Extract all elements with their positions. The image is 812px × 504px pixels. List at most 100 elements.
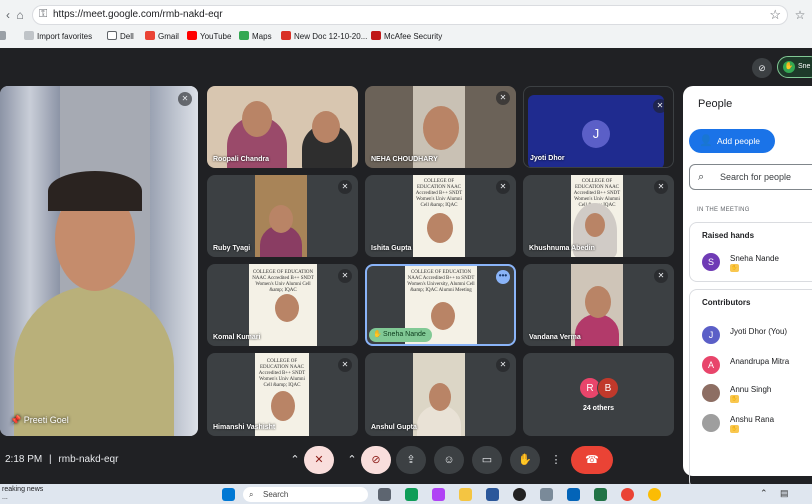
tile-name: Roopali Chandra (213, 156, 270, 163)
taskbar-search[interactable]: ⌕ Search (243, 487, 368, 502)
person-face (275, 294, 299, 322)
participant-row[interactable]: Annu Singh ✋ (702, 384, 812, 404)
bookmark-import[interactable]: Import favorites (24, 31, 92, 43)
bookmark-mcafee[interactable]: McAfee Security (371, 31, 442, 43)
windows-start-icon[interactable] (222, 488, 235, 501)
mic-off-icon: ✕ (338, 358, 352, 372)
camera-toggle-button[interactable]: ⊘ (361, 446, 391, 474)
file-explorer-icon[interactable] (459, 488, 472, 501)
bookmark-gmail[interactable]: Gmail (145, 31, 179, 43)
contributors-header: Contributors (702, 298, 751, 307)
tile-jyoti[interactable]: J ✕ Jyoti Dhor (523, 86, 674, 168)
copilot-icon[interactable] (432, 488, 445, 501)
speaker-body (14, 286, 174, 436)
mic-toggle-button[interactable]: ✕ (304, 446, 334, 474)
participant-row[interactable]: S Sneha Nande ✋ (702, 253, 812, 273)
raise-hand-button[interactable]: ✋ (510, 446, 540, 474)
person-body (575, 314, 619, 346)
speaker-hair (48, 171, 142, 211)
chrome-icon[interactable] (621, 488, 634, 501)
emoji-button[interactable]: ☺ (434, 446, 464, 474)
outlook-icon[interactable] (567, 488, 580, 501)
avatar: S (702, 253, 720, 271)
tile-name: Himanshi Vashisht (213, 424, 276, 431)
tile-komal[interactable]: COLLEGE OF EDUCATION NAAC Accredited B++… (207, 264, 358, 346)
import-icon (24, 31, 34, 40)
pin-icon: 📌 (10, 415, 24, 425)
participant-row[interactable]: J Jyoti Dhor (You) (702, 326, 812, 346)
tray-network-icon[interactable]: ▤ (780, 488, 789, 499)
bookmark-dell[interactable]: Dell (107, 31, 134, 43)
bookmark-maps[interactable]: Maps (239, 31, 272, 43)
raised-hands-card[interactable]: Raised hands S Sneha Nande ✋ (689, 222, 812, 282)
tile-sneha[interactable]: COLLEGE OF EDUCATION NAAC Accredited B++… (365, 264, 516, 346)
participant-row[interactable]: Anshu Rana ✋ (702, 414, 812, 434)
person-face (427, 213, 453, 243)
avatar: A (702, 356, 720, 374)
bookmark-youtube[interactable]: YouTube (187, 31, 231, 43)
more-options-icon[interactable]: ⋮ (546, 446, 566, 474)
person-face (269, 205, 293, 233)
tile-ruby[interactable]: ✕ Ruby Tyagi (207, 175, 358, 257)
raised-hand-notice[interactable]: ✋ Sne (777, 56, 812, 78)
tile-roopali[interactable]: Roopali Chandra (207, 86, 358, 168)
hand-icon: ✋ (373, 331, 382, 338)
home-icon[interactable]: ⌂ (12, 7, 28, 23)
participant-row[interactable]: A Anandrupa Mitra (702, 356, 812, 376)
add-people-button[interactable]: 👤 Add people (689, 129, 775, 153)
news-widget[interactable]: reaking news ... (2, 486, 43, 502)
chrome-profile-icon[interactable] (648, 488, 661, 501)
mic-off-icon: ✕ (178, 92, 192, 106)
tray-chevron-icon[interactable]: ⌃ (760, 488, 768, 499)
person-face (271, 391, 295, 421)
edge-icon[interactable] (405, 488, 418, 501)
others-count: 24 others (582, 405, 615, 412)
tile-khushnuma[interactable]: COLLEGE OF EDUCATION NAAC Accredited B++… (523, 175, 674, 257)
bookmark-newdoc[interactable]: New Doc 12-10-20... (281, 31, 367, 43)
mic-off-icon: ✕ (654, 180, 668, 194)
store-icon[interactable] (486, 488, 499, 501)
tile-name: Jyoti Dhor (530, 155, 565, 162)
end-call-button[interactable]: ☎ (571, 446, 613, 474)
person-face-2 (312, 111, 340, 143)
participant-name: Anshu Rana (730, 415, 775, 424)
present-button[interactable]: ⇪ (396, 446, 426, 474)
tile-vandana[interactable]: ✕ Vandana Verma (523, 264, 674, 346)
mic-off-icon: ✕ (496, 180, 510, 194)
meeting-time: 2:18 PM | rmb-nakd-eqr (5, 454, 119, 465)
favorites-icon[interactable]: ☆ (792, 7, 808, 23)
people-search-input[interactable]: ⌕ Search for people (689, 164, 812, 190)
tile-neha[interactable]: ✕ NEHA CHOUDHARY (365, 86, 516, 168)
youtube-icon (187, 31, 197, 40)
address-bar[interactable]: ⚿ https://meet.google.com/rmb-nakd-eqr ☆ (32, 5, 788, 25)
tile-others[interactable]: R B 24 others (523, 353, 674, 436)
captions-button[interactable]: ▭ (472, 446, 502, 474)
audio-options-icon[interactable]: ⌃ (284, 446, 306, 474)
tile-name: Ishita Gupta (371, 245, 412, 252)
task-view-icon[interactable] (378, 488, 391, 501)
avatar-photo (702, 384, 720, 402)
person-face (429, 383, 451, 411)
main-speaker-tile[interactable]: ✕ 📌 Preeti Goel (0, 86, 198, 436)
camera-off-indicator-icon[interactable]: ⊘ (752, 58, 772, 78)
bookmark-star-icon[interactable]: ☆ (769, 7, 781, 23)
address-row: ‹ ⌂ ⚿ https://meet.google.com/rmb-nakd-e… (0, 4, 812, 26)
tile-ishita[interactable]: COLLEGE OF EDUCATION NAAC Accredited B++… (365, 175, 516, 257)
excel-icon[interactable] (594, 488, 607, 501)
maps-icon (239, 31, 249, 40)
folder-icon (107, 31, 117, 40)
meet-stage: ⊘ ✋ Sne ✕ 📌 Preeti Goel Roopali Chandra … (0, 48, 812, 489)
bookmark-apps-icon[interactable] (0, 31, 9, 43)
people-panel: People 👤 Add people ⌕ Search for people … (683, 86, 812, 489)
hand-icon: ✋ (783, 61, 795, 73)
os-taskbar: reaking news ... ⌕ Search ⌃ ▤ (0, 484, 812, 504)
video-options-icon[interactable]: ⌃ (341, 446, 363, 474)
more-options-icon[interactable]: ••• (496, 270, 510, 284)
dell-icon[interactable] (513, 488, 526, 501)
tile-himanshi[interactable]: COLLEGE OF EDUCATION NAAC Accredited B++… (207, 353, 358, 436)
gmail-icon (145, 31, 155, 40)
url-text: https://meet.google.com/rmb-nakd-eqr (53, 9, 223, 20)
tile-anshul[interactable]: ✕ Anshul Gupta (365, 353, 516, 436)
settings-icon[interactable] (540, 488, 553, 501)
tile-name: Komal Kumari (213, 334, 261, 341)
